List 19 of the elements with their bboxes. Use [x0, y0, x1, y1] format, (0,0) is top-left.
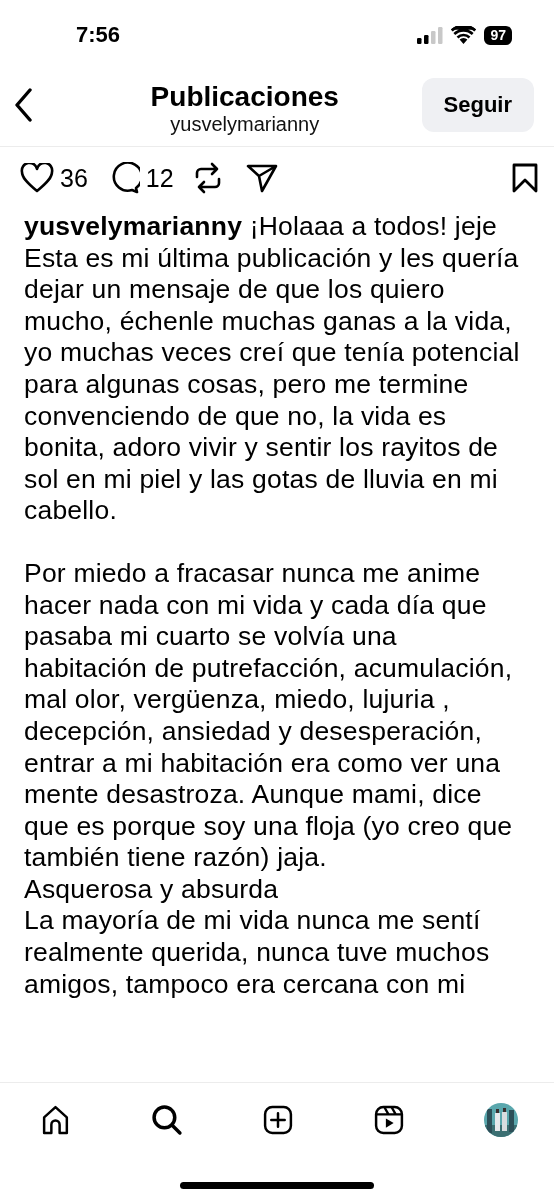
signal-icon: [417, 26, 444, 44]
username-subtitle: yusvelymarianny: [170, 112, 320, 136]
comment-count: 12: [145, 163, 174, 193]
search-icon[interactable]: [151, 1103, 183, 1136]
heart-icon[interactable]: [20, 163, 54, 193]
wifi-icon: [451, 26, 477, 44]
caption-paragraph: Por miedo a fracasar nunca me anime hacer nada con mi vida y cada día que pasaba mi cuarto se volvía una habitación de putrefacción, acumulación, mal olor, vergüenza, miedo, lujuria , decepción, ansiedad y desesperación, entrar a mi habitación era como ver una mente desastroza. Aunque mami, dice que es porque soy una floja (yo creo que también tiene razón) jaja. Asquerosa y absurda La mayoría de mi vida nunca me sentí realmente querida, nunca tuve muchos amigos, tampoco era cercana con mi: [24, 557, 514, 1001]
create-icon[interactable]: [262, 1103, 294, 1136]
repost-icon[interactable]: [193, 162, 222, 194]
like-count: 36: [60, 163, 88, 193]
back-icon[interactable]: [14, 88, 32, 122]
page-title: Publicaciones: [150, 82, 339, 112]
status-time: 7:56: [76, 22, 121, 48]
follow-button[interactable]: Seguir: [421, 78, 534, 132]
reels-icon[interactable]: [373, 1103, 405, 1136]
send-icon[interactable]: [245, 163, 278, 193]
caption-paragraph: yusvelymarianny ¡Holaaa a todos! jeje Esta es mi última publicación y les quería dejar un mensaje de que los quiero mucho, échenle muchas ganas a la vida, yo muchas veces creí que tenía potencial para algunas cosas, pero me termine convenciendo de que no, la vida es bonita, adoro vivir y sentir los rayitos de sol en mi piel y las gotas de lluvia en mi cabello.: [24, 211, 521, 527]
battery-indicator: 97: [484, 25, 512, 45]
bookmark-icon[interactable]: [512, 163, 538, 193]
